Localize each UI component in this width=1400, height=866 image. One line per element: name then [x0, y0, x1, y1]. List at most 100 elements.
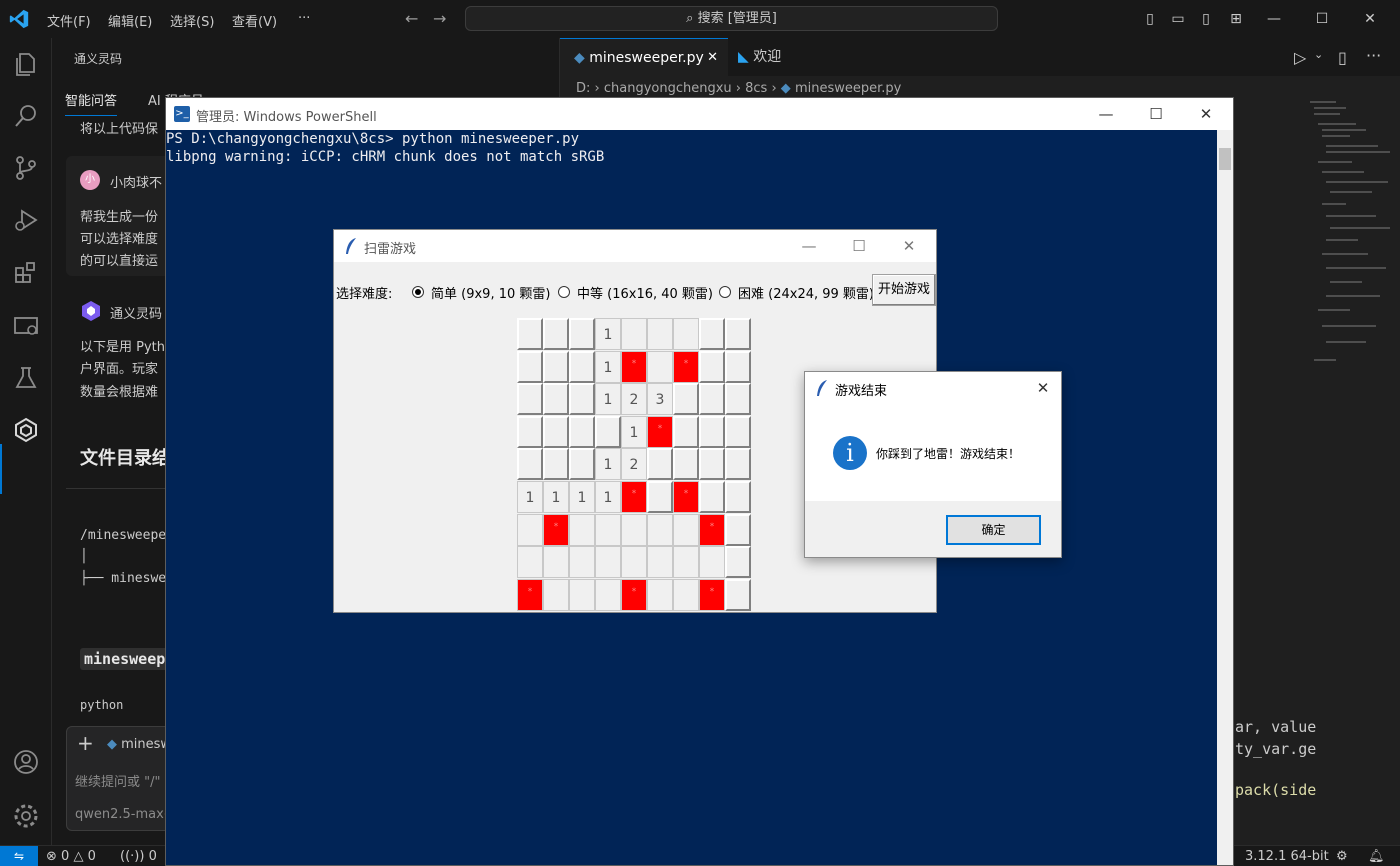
- empty-cell[interactable]: [673, 546, 699, 579]
- hidden-cell[interactable]: [569, 415, 595, 448]
- breadcrumb-item[interactable]: changyongchengxu: [604, 81, 732, 96]
- tab-welcome[interactable]: ◣ 欢迎: [728, 38, 848, 76]
- menu-edit[interactable]: 编辑(E): [108, 11, 152, 30]
- notifications-bell-icon[interactable]: 🔔︎: [1368, 849, 1385, 864]
- explorer-icon[interactable]: [12, 50, 40, 78]
- number-cell[interactable]: 1: [595, 318, 621, 350]
- run-debug-icon[interactable]: [12, 206, 40, 234]
- empty-cell[interactable]: [543, 578, 569, 611]
- hidden-cell[interactable]: [725, 448, 751, 481]
- mine-cell[interactable]: *: [621, 578, 647, 611]
- hidden-cell[interactable]: [725, 481, 751, 513]
- hidden-cell[interactable]: [569, 383, 595, 416]
- close-icon[interactable]: ✕: [1021, 376, 1065, 400]
- run-dropdown-icon[interactable]: ⌄: [1314, 48, 1323, 61]
- powershell-scrollbar[interactable]: [1217, 130, 1233, 865]
- empty-cell[interactable]: [569, 578, 595, 611]
- empty-cell[interactable]: [569, 513, 595, 546]
- hidden-cell[interactable]: [725, 350, 751, 383]
- testing-icon[interactable]: [12, 364, 40, 392]
- number-cell[interactable]: 1: [621, 415, 647, 448]
- remote-indicator-icon[interactable]: ⇋: [0, 846, 38, 866]
- tab-smart-qa[interactable]: 智能问答: [65, 90, 118, 116]
- hidden-cell[interactable]: [673, 383, 699, 416]
- number-cell[interactable]: 2: [621, 383, 647, 416]
- empty-cell[interactable]: [673, 513, 699, 546]
- mine-cell[interactable]: *: [673, 481, 699, 513]
- mine-cell[interactable]: *: [621, 481, 647, 513]
- tab-minesweeper-py[interactable]: ◆ minesweeper.py ✕: [560, 38, 728, 76]
- hidden-cell[interactable]: [699, 318, 725, 350]
- maximize-icon[interactable]: ☐: [1133, 102, 1179, 126]
- hidden-cell[interactable]: [517, 383, 543, 416]
- hidden-cell[interactable]: [569, 350, 595, 383]
- empty-cell[interactable]: [647, 546, 673, 579]
- hidden-cell[interactable]: [725, 415, 751, 448]
- radio-easy-label[interactable]: 简单 (9x9, 10 颗雷): [431, 283, 550, 302]
- hidden-cell[interactable]: [543, 448, 569, 481]
- breadcrumb-item[interactable]: minesweeper.py: [795, 81, 901, 96]
- add-context-icon[interactable]: +: [77, 731, 94, 755]
- mine-cell[interactable]: *: [699, 513, 725, 546]
- number-cell[interactable]: 1: [595, 481, 621, 513]
- attached-file-chip[interactable]: ◆ minesw: [107, 737, 171, 752]
- empty-cell[interactable]: [595, 513, 621, 546]
- hidden-cell[interactable]: [725, 513, 751, 546]
- hidden-cell[interactable]: [699, 350, 725, 383]
- hidden-cell[interactable]: [517, 318, 543, 350]
- radio-hard-label[interactable]: 困难 (24x24, 99 颗雷): [738, 283, 874, 302]
- menu-view[interactable]: 查看(V): [232, 11, 277, 30]
- ports-indicator[interactable]: ((·)) 0: [120, 849, 157, 864]
- empty-cell[interactable]: [699, 546, 725, 579]
- hidden-cell[interactable]: [699, 415, 725, 448]
- minimize-icon[interactable]: —: [1083, 102, 1129, 126]
- empty-cell[interactable]: [595, 578, 621, 611]
- empty-cell[interactable]: [647, 513, 673, 546]
- hidden-cell[interactable]: [673, 448, 699, 481]
- close-icon[interactable]: ✕: [1183, 102, 1229, 126]
- search-icon[interactable]: [12, 102, 40, 130]
- empty-cell[interactable]: [621, 513, 647, 546]
- hidden-cell[interactable]: [699, 383, 725, 416]
- account-icon[interactable]: [12, 748, 40, 776]
- mine-cell[interactable]: *: [647, 415, 673, 448]
- hidden-cell[interactable]: [725, 318, 751, 350]
- breadcrumb-item[interactable]: 8cs: [745, 81, 767, 96]
- empty-cell[interactable]: [647, 350, 673, 383]
- command-center-search[interactable]: ⌕ 搜索 [管理员]: [465, 6, 998, 31]
- hidden-cell[interactable]: [543, 383, 569, 416]
- settings-gear-icon[interactable]: [12, 802, 40, 830]
- hidden-cell[interactable]: [725, 546, 751, 579]
- hidden-cell[interactable]: [517, 415, 543, 448]
- mine-cell[interactable]: *: [673, 350, 699, 383]
- toggle-secondary-sidebar-icon[interactable]: ▯: [1196, 9, 1216, 29]
- problems-indicator[interactable]: ⊗ 0 △ 0: [46, 849, 96, 864]
- hidden-cell[interactable]: [647, 481, 673, 513]
- menu-more[interactable]: ···: [298, 11, 310, 26]
- close-icon[interactable]: ✕: [886, 234, 932, 258]
- start-game-button[interactable]: 开始游戏: [872, 274, 936, 306]
- radio-hard[interactable]: [719, 286, 731, 298]
- empty-cell[interactable]: [673, 318, 699, 350]
- menu-file[interactable]: 文件(F): [47, 11, 91, 30]
- forward-arrow-icon[interactable]: →: [433, 9, 446, 28]
- number-cell[interactable]: 1: [517, 481, 543, 513]
- hidden-cell[interactable]: [517, 350, 543, 383]
- tongyi-lingma-icon[interactable]: [12, 416, 40, 444]
- source-control-icon[interactable]: [12, 154, 40, 182]
- hidden-cell[interactable]: [673, 415, 699, 448]
- number-cell[interactable]: 2: [621, 448, 647, 481]
- scrollbar-thumb[interactable]: [1219, 148, 1231, 170]
- empty-cell[interactable]: [517, 546, 543, 579]
- mine-cell[interactable]: *: [543, 513, 569, 546]
- number-cell[interactable]: 1: [595, 383, 621, 416]
- hidden-cell[interactable]: [595, 415, 621, 448]
- hidden-cell[interactable]: [647, 448, 673, 481]
- hidden-cell[interactable]: [699, 481, 725, 513]
- more-actions-icon[interactable]: ···: [1366, 46, 1381, 65]
- run-python-icon[interactable]: ▷: [1294, 48, 1306, 67]
- hidden-cell[interactable]: [725, 383, 751, 416]
- minimap[interactable]: [1306, 98, 1392, 378]
- radio-medium[interactable]: [558, 286, 570, 298]
- mine-cell[interactable]: *: [517, 578, 543, 611]
